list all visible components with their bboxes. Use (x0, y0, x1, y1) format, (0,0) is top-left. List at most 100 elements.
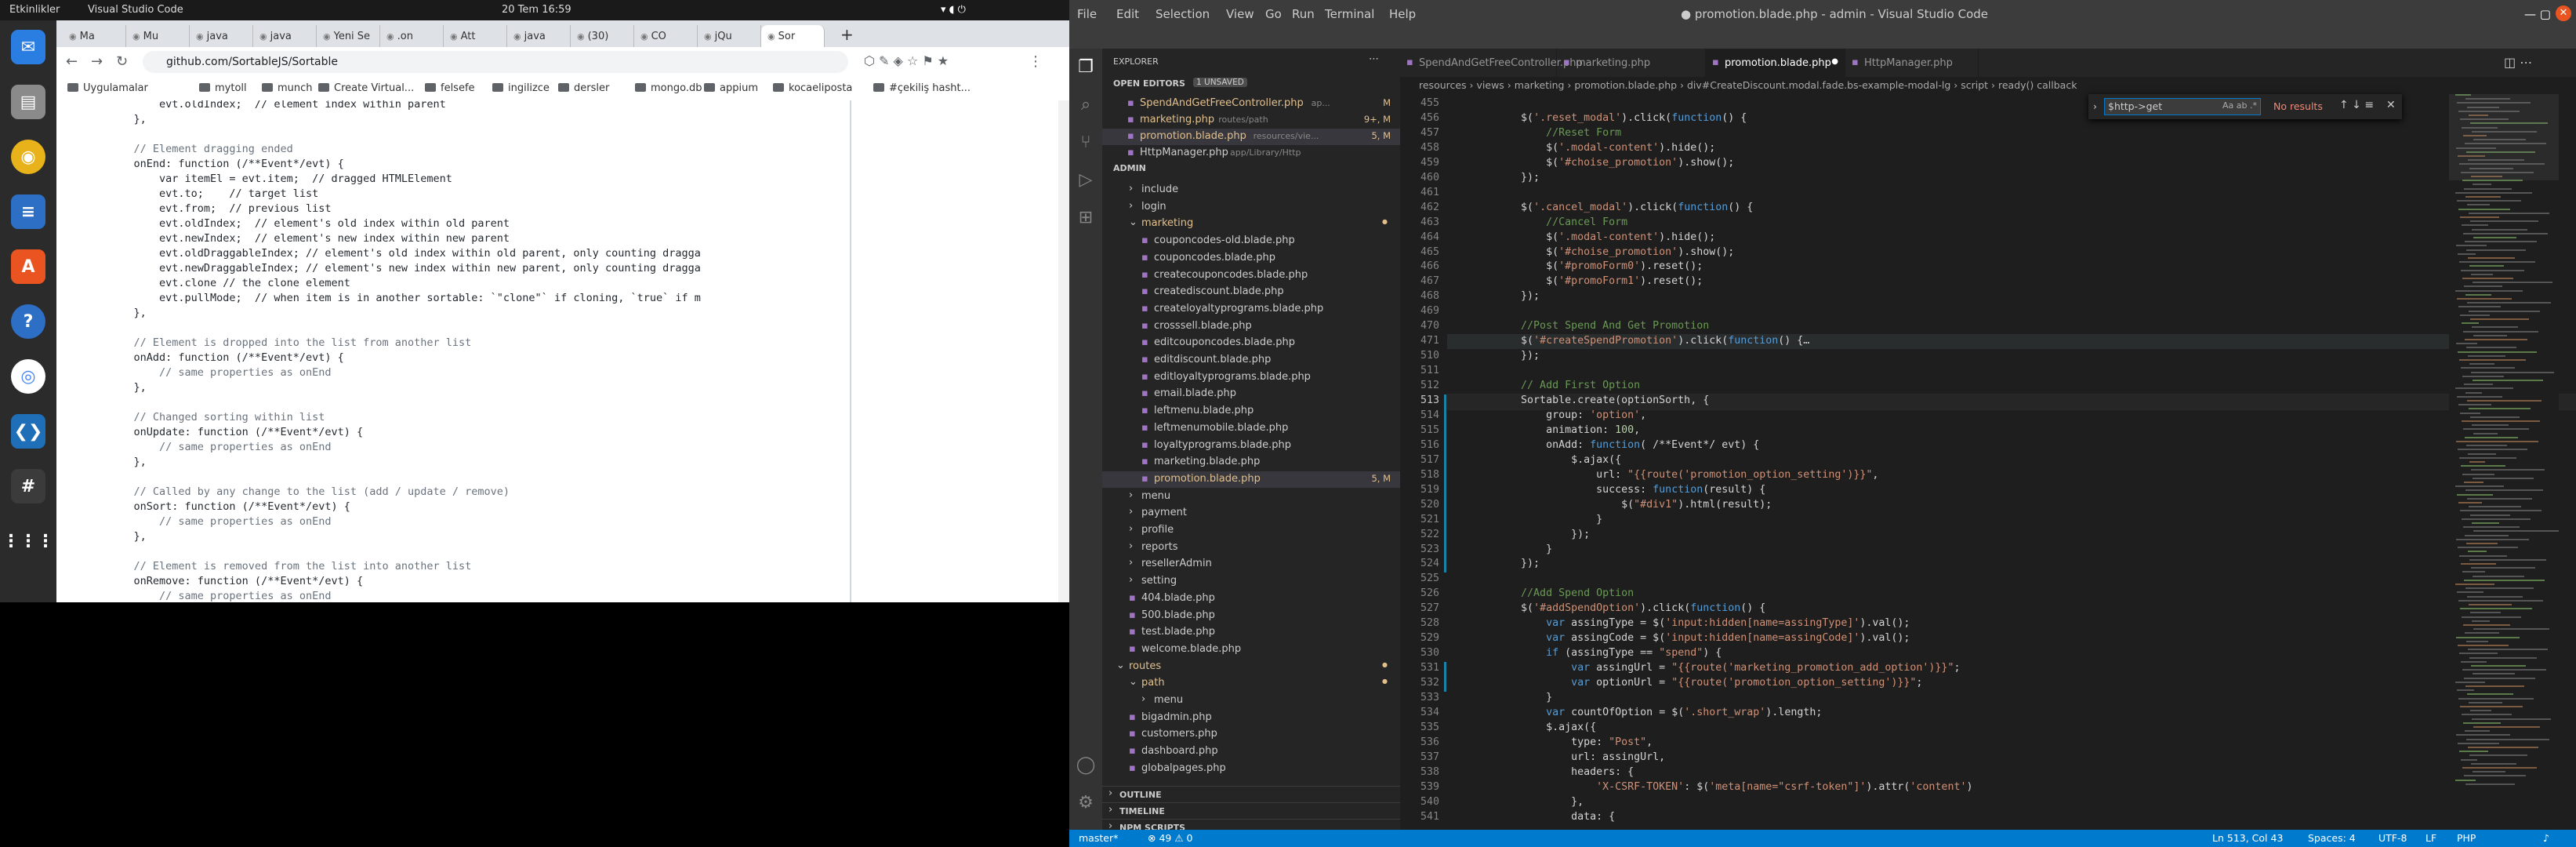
tree-item[interactable]: ⌄ path ● (1102, 675, 1400, 692)
tree-item[interactable]: ▪ leftmenu.blade.php (1102, 403, 1400, 420)
browser-tab[interactable]: ◉ Ma (63, 25, 126, 47)
tree-item[interactable]: ▪ createloyaltyprograms.blade.php (1102, 301, 1400, 318)
browser-tab[interactable]: ◉ java (507, 25, 571, 47)
open-editor-item[interactable]: ▪ SpendAndGetFreeController.php ap... M (1102, 96, 1400, 112)
address-bar[interactable]: github.com/SortableJS/Sortable (143, 51, 848, 73)
bookmark-item[interactable]: #çekiliş hasht... (873, 82, 971, 94)
bell-icon[interactable]: ♪ (2543, 832, 2549, 844)
run-debug-icon[interactable]: ▷ (1075, 169, 1097, 191)
browser-tab[interactable]: ◉ (30) (571, 25, 634, 47)
help-icon[interactable]: ? (11, 304, 45, 339)
files-icon[interactable]: ▤ (11, 85, 45, 119)
open-editors-header[interactable]: OPEN EDITORS (1113, 78, 1185, 89)
menu-run[interactable]: Run (1292, 7, 1315, 21)
tree-item[interactable]: › profile (1102, 522, 1400, 539)
minimap-slider[interactable] (2449, 94, 2559, 180)
software-icon[interactable]: A (11, 249, 45, 284)
tree-item[interactable]: › include (1102, 182, 1400, 198)
tree-item[interactable]: ▪ promotion.blade.php 5, M (1102, 471, 1400, 488)
rhythmbox-icon[interactable]: ◉ (11, 140, 45, 174)
open-editor-item[interactable]: ▪ marketing.php routes/path 9+, M (1102, 112, 1400, 129)
tree-item[interactable]: ▪ createcouponcodes.blade.php (1102, 267, 1400, 284)
tree-item[interactable]: ▪ marketing.blade.php (1102, 454, 1400, 471)
forward-icon[interactable]: → (91, 53, 103, 70)
bookmark-item[interactable]: Uygulamalar (67, 82, 148, 94)
browser-tab[interactable]: ◉ java (253, 25, 317, 47)
show-apps-icon[interactable]: ⋮⋮⋮ (2, 524, 54, 558)
find-close-icon[interactable]: ✕ (2386, 99, 2396, 111)
cursor-position[interactable]: Ln 513, Col 43 (2212, 832, 2283, 844)
menu-icon[interactable]: ⋮ (1029, 53, 1043, 70)
match-case-icon[interactable]: Aa ab .* (2222, 100, 2257, 111)
window-controls[interactable]: — ▢ (2524, 7, 2551, 21)
back-icon[interactable]: ← (66, 53, 78, 70)
bookmark-item[interactable]: appium (704, 82, 758, 94)
tree-item[interactable]: ⌄ marketing ● (1102, 216, 1400, 232)
find-nav-icons[interactable]: ↑ ↓ ≡ (2339, 99, 2374, 111)
menu-file[interactable]: File (1077, 7, 1097, 21)
bookmark-item[interactable]: Create Virtual... (318, 82, 414, 94)
tree-item[interactable]: › payment (1102, 505, 1400, 522)
eol[interactable]: LF (2425, 832, 2436, 844)
problems-count[interactable]: ⊗ 49 ⚠ 0 (1148, 832, 1192, 844)
tree-item[interactable]: ▪ bigadmin.php (1102, 710, 1400, 726)
browser-tab[interactable]: ◉ Sor (761, 25, 825, 47)
bookmark-item[interactable]: dersler (558, 82, 609, 94)
slack-icon[interactable]: # (11, 469, 45, 503)
more-actions-icon[interactable]: ⋯ (1369, 53, 1379, 65)
network-icon[interactable]: ▾ ◖ ⏻ (941, 4, 966, 16)
scrollbar[interactable] (1058, 100, 1069, 602)
menu-terminal[interactable]: Terminal (1325, 7, 1374, 21)
source-control-icon[interactable]: ⑂ (1075, 132, 1097, 154)
tree-item[interactable]: ▪ 500.blade.php (1102, 608, 1400, 624)
tree-item[interactable]: ▪ leftmenumobile.blade.php (1102, 420, 1400, 437)
tree-item[interactable]: ▪ couponcodes.blade.php (1102, 250, 1400, 267)
tree-item[interactable]: ▪ 404.blade.php (1102, 591, 1400, 607)
browser-tab[interactable]: ◉ jQu (698, 25, 761, 47)
manage-gear-icon[interactable]: ⚙ (1075, 792, 1097, 814)
tree-item[interactable]: ▪ globalpages.php (1102, 761, 1400, 777)
vscode-icon[interactable]: ❮❯ (11, 414, 45, 449)
bookmark-item[interactable]: felsefe (425, 82, 475, 94)
toggle-replace-icon[interactable]: › (2093, 100, 2097, 112)
breadcrumb-path[interactable]: resources › views › marketing › promotio… (1419, 79, 2077, 91)
activities-button[interactable]: Etkinlikler (9, 4, 60, 16)
close-icon[interactable]: ✕ (2556, 5, 2571, 21)
menu-go[interactable]: Go (1265, 7, 1282, 21)
browser-tab[interactable]: ◉ java (190, 25, 253, 47)
bookmark-item[interactable]: mongo.db (635, 82, 702, 94)
tree-item[interactable]: ▪ email.blade.php (1102, 386, 1400, 402)
tree-item[interactable]: › resellerAdmin (1102, 556, 1400, 573)
tree-item[interactable]: ▪ customers.php (1102, 726, 1400, 743)
sidebar-panel-header[interactable]: › TIMELINE (1102, 802, 1400, 820)
open-editor-item[interactable]: ▪ promotion.blade.php resources/vie... 5, M (1102, 129, 1400, 145)
writer-icon[interactable]: ≡ (11, 194, 45, 229)
menu-edit[interactable]: Edit (1116, 7, 1139, 21)
tree-item[interactable]: ▪ welcome.blade.php (1102, 642, 1400, 658)
tree-item[interactable]: › menu (1102, 489, 1400, 505)
sidebar-panel-header[interactable]: › OUTLINE (1102, 786, 1400, 803)
language-mode[interactable]: PHP (2457, 832, 2476, 844)
new-tab-icon[interactable]: + (840, 25, 854, 44)
encoding[interactable]: UTF-8 (2378, 832, 2407, 844)
tree-item[interactable]: ▪ dashboard.php (1102, 743, 1400, 760)
tree-item[interactable]: › menu (1102, 693, 1400, 709)
open-editor-item[interactable]: ▪ HttpManager.php app/Library/Http (1102, 145, 1400, 162)
tree-item[interactable]: › setting (1102, 573, 1400, 590)
indentation[interactable]: Spaces: 4 (2308, 832, 2356, 844)
tree-item[interactable]: ▪ couponcodes-old.blade.php (1102, 233, 1400, 249)
reload-icon[interactable]: ↻ (116, 53, 128, 70)
tree-item[interactable]: ▪ creatediscount.blade.php (1102, 284, 1400, 300)
tree-item[interactable]: ▪ loyaltyprograms.blade.php (1102, 438, 1400, 454)
editor-tab[interactable]: ▪ marketing.php (1557, 49, 1706, 77)
tree-item[interactable]: ▪ editcouponcodes.blade.php (1102, 335, 1400, 351)
minimap[interactable] (2449, 94, 2559, 830)
menu-help[interactable]: Help (1389, 7, 1416, 21)
tree-item[interactable]: ⌄ routes ● (1102, 659, 1400, 675)
explorer-icon[interactable]: ❐ (1075, 56, 1097, 78)
workspace-header[interactable]: ADMIN (1113, 163, 1146, 173)
editor-tab[interactable]: ▪ SpendAndGetFreeController.php (1400, 49, 1583, 77)
tree-item[interactable]: › login (1102, 199, 1400, 216)
browser-tab[interactable]: ◉ Yeni Se (317, 25, 380, 47)
code-editor[interactable]: 455 456 $('.reset_modal').click(function(… (1400, 94, 2576, 830)
